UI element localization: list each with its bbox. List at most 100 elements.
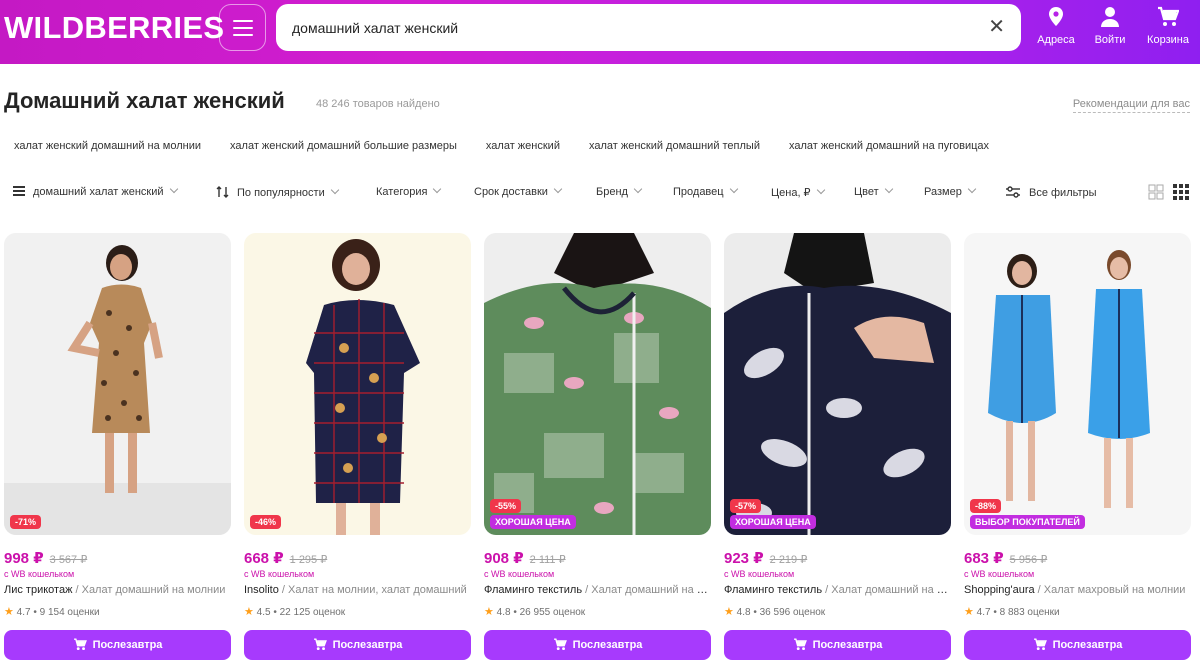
grid-large-view-icon[interactable] xyxy=(1148,184,1164,200)
all-filters-button[interactable]: Все фильтры xyxy=(1006,186,1097,199)
old-price: 2 111 ₽ xyxy=(529,554,566,566)
star-icon: ★ xyxy=(964,606,974,618)
rating-value: 4.8 xyxy=(736,607,751,618)
suggestion-chip[interactable]: халат женский домашний большие размеры xyxy=(230,140,457,152)
sort-filter-label: По популярности xyxy=(237,187,325,199)
discount-badge: -55% xyxy=(490,499,522,513)
product-title: / Халат на молнии, халат домашний xyxy=(278,584,467,596)
cart-icon xyxy=(1033,638,1047,651)
rating-value: 4.5 xyxy=(256,607,271,618)
product-name[interactable]: Shopping'aura / Халат махровый на молнии xyxy=(964,584,1189,596)
current-price: 923 ₽ xyxy=(724,550,764,567)
price-filter-label: Цена, ₽ xyxy=(771,187,811,199)
product-photo[interactable] xyxy=(724,233,951,535)
search-input[interactable] xyxy=(292,4,972,51)
old-price: 1 295 ₽ xyxy=(289,554,328,566)
query-filter[interactable]: домашний халат женский xyxy=(13,184,178,198)
product-name[interactable]: Insolito / Халат на молнии, халат домашн… xyxy=(244,584,469,596)
buy-button[interactable]: Послезавтра xyxy=(244,630,471,660)
discount-badge: -88% xyxy=(970,499,1002,513)
query-filter-label: домашний халат женский xyxy=(33,186,164,198)
brand-filter-label: Бренд xyxy=(596,186,628,198)
page-title: Домашний халат женский xyxy=(4,88,285,113)
grid-small-view-icon[interactable] xyxy=(1173,184,1189,200)
product-price: 998 ₽ 3 567 ₽ xyxy=(4,549,87,567)
product-name[interactable]: Лис трикотаж / Халат домашний на молнии xyxy=(4,584,229,596)
wildberries-logo[interactable]: WILDBERRIES xyxy=(4,10,224,46)
product-photo[interactable] xyxy=(964,233,1191,535)
menu-button[interactable] xyxy=(219,4,266,51)
product-price: 683 ₽ 5 956 ₽ xyxy=(964,549,1047,567)
delivery-filter[interactable]: Срок доставки xyxy=(474,184,563,198)
buyers-choice-badge: ВЫБОР ПОКУПАТЕЛЕЙ xyxy=(970,515,1085,529)
color-filter-label: Цвет xyxy=(854,186,879,198)
chevron-down-icon xyxy=(729,184,738,194)
cart-icon xyxy=(553,638,567,651)
cart-button[interactable]: Корзина xyxy=(1142,6,1194,50)
color-filter[interactable]: Цвет xyxy=(854,184,893,198)
rating-value: 4.7 xyxy=(976,607,991,618)
suggestion-chip[interactable]: халат женский домашний на пуговицах xyxy=(789,140,989,152)
delivery-filter-label: Срок доставки xyxy=(474,186,548,198)
reviews-count: • 8 883 оценки xyxy=(990,607,1060,618)
buy-button[interactable]: Послезавтра xyxy=(724,630,951,660)
chevron-down-icon xyxy=(169,184,178,194)
wallet-note: с WB кошельком xyxy=(4,569,75,579)
product-card[interactable]: -57% ХОРОШАЯ ЦЕНА 923 ₽ 2 219 ₽ с WB коше… xyxy=(724,233,951,663)
product-card[interactable]: -46% 668 ₽ 1 295 ₽ с WB кошельком Insolit… xyxy=(244,233,471,663)
sort-filter[interactable]: По популярности xyxy=(216,185,339,199)
seller-filter[interactable]: Продавец xyxy=(673,184,738,198)
price-filter[interactable]: Цена, ₽ xyxy=(771,185,825,199)
product-photo[interactable] xyxy=(4,233,231,535)
recommendations-link[interactable]: Рекомендации для вас xyxy=(1072,98,1190,113)
wallet-note: с WB кошельком xyxy=(244,569,315,579)
product-photo[interactable] xyxy=(244,233,471,535)
reviews-count: • 22 125 оценок xyxy=(270,607,346,618)
product-title: / Халат домашний на молнии xyxy=(825,584,949,596)
menu-line xyxy=(233,20,253,22)
address-button[interactable]: Адреса xyxy=(1030,6,1082,50)
wallet-note: с WB кошельком xyxy=(964,569,1035,579)
product-price: 908 ₽ 2 111 ₽ xyxy=(484,549,566,567)
buy-button[interactable]: Послезавтра xyxy=(484,630,711,660)
rating-value: 4.8 xyxy=(496,607,511,618)
user-icon xyxy=(1101,7,1119,27)
chevron-down-icon xyxy=(330,185,339,195)
reviews-count: • 36 596 оценок xyxy=(750,607,826,618)
filter-bar: домашний халат женский По популярности К… xyxy=(13,184,1193,204)
product-card[interactable]: -55% ХОРОШАЯ ЦЕНА 908 ₽ 2 111 ₽ с WB коше… xyxy=(484,233,711,663)
menu-line xyxy=(233,34,253,36)
product-card[interactable]: -71% 998 ₽ 3 567 ₽ с WB кошельком Лис три… xyxy=(4,233,231,663)
product-title: / Халат махровый на молнии xyxy=(1034,584,1186,596)
product-price: 923 ₽ 2 219 ₽ xyxy=(724,549,807,567)
clear-search-icon[interactable]: ✕ xyxy=(988,17,1005,37)
suggestion-chip[interactable]: халат женский домашний на молнии xyxy=(14,140,201,152)
product-image xyxy=(484,233,711,535)
login-button[interactable]: Войти xyxy=(1084,6,1136,50)
category-filter[interactable]: Категория xyxy=(376,184,442,198)
product-card[interactable]: -88% ВЫБОР ПОКУПАТЕЛЕЙ 683 ₽ 5 956 ₽ с WB… xyxy=(964,233,1191,663)
suggestion-chip[interactable]: халат женский xyxy=(486,140,560,152)
buy-button[interactable]: Послезавтра xyxy=(4,630,231,660)
location-pin-icon xyxy=(1049,7,1063,26)
seller-filter-label: Продавец xyxy=(673,186,724,198)
product-photo[interactable] xyxy=(484,233,711,535)
wallet-note: с WB кошельком xyxy=(484,569,555,579)
size-filter[interactable]: Размер xyxy=(924,184,977,198)
product-name[interactable]: Фламинго текстиль / Халат домашний на мо… xyxy=(484,584,709,596)
buy-button-label: Послезавтра xyxy=(1052,639,1123,651)
cart-icon xyxy=(73,638,87,651)
brand-filter[interactable]: Бренд xyxy=(596,184,643,198)
buy-button[interactable]: Послезавтра xyxy=(964,630,1191,660)
suggestion-chip[interactable]: халат женский домашний теплый xyxy=(589,140,760,152)
current-price: 668 ₽ xyxy=(244,550,284,567)
discount-badge: -46% xyxy=(250,515,282,529)
menu-line xyxy=(233,27,253,29)
reviews-count: • 26 955 оценок xyxy=(510,607,586,618)
star-icon: ★ xyxy=(244,606,254,618)
brand-name: Insolito xyxy=(244,584,279,596)
all-filters-label: Все фильтры xyxy=(1029,187,1097,199)
product-name[interactable]: Фламинго текстиль / Халат домашний на мо… xyxy=(724,584,949,596)
sort-icon xyxy=(216,186,229,198)
brand-name: Shopping'aura xyxy=(964,584,1035,596)
